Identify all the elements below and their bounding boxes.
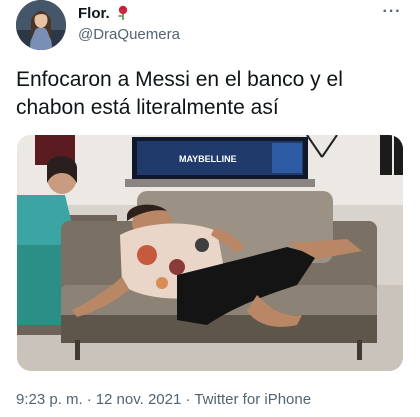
tweet-date[interactable]: 12 nov. 2021 [96,391,182,408]
tweet-text: Enfocaron a Messi en el banco y el chabo… [16,68,343,119]
meta-separator: · [86,391,92,408]
tweet-image[interactable]: MAYBELLINE [17,135,403,371]
user-handle[interactable]: @DraQuemera [78,26,180,43]
meta-separator: · [185,391,191,408]
tweet-header: Flor. @DraQuemera ··· [16,0,404,52]
store-sign-text: MAYBELLINE [179,154,237,164]
tweet-time[interactable]: 9:23 p. m. [16,391,83,408]
avatar[interactable] [16,0,66,50]
display-name[interactable]: Flor. [78,5,110,22]
more-options-icon[interactable]: ··· [380,2,404,22]
tweet-source[interactable]: Twitter for iPhone [194,391,311,408]
tweet-meta: 9:23 p. m. · 12 nov. 2021 · Twitter for iPho… [16,391,311,408]
rose-icon [116,5,130,21]
